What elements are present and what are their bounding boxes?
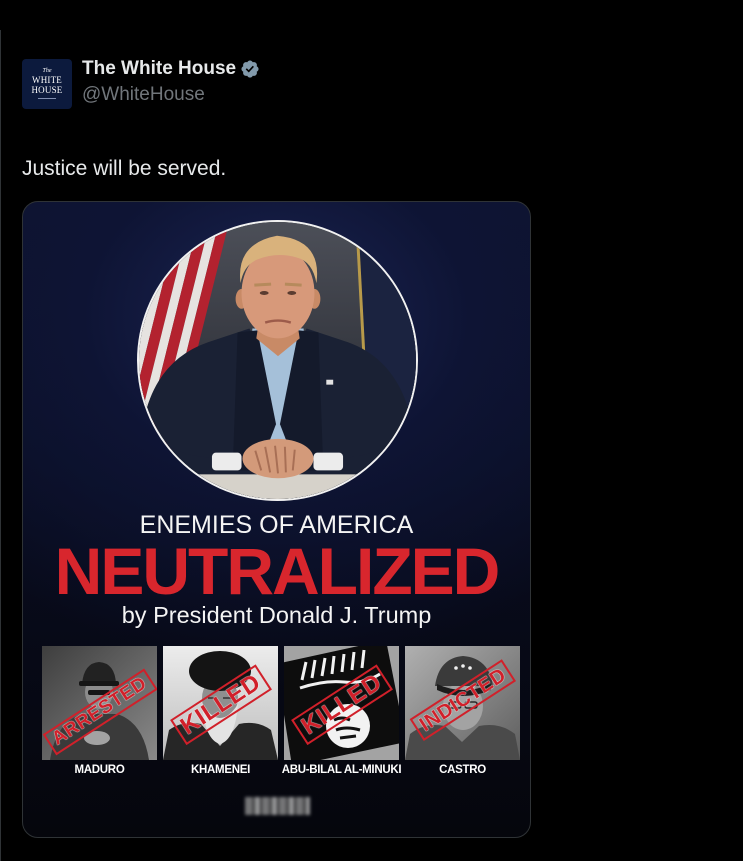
author-avatar[interactable]: The WHITE HOUSE	[22, 59, 72, 109]
enemy-card: KILLED KHAMENEI	[163, 646, 278, 782]
tweet-text: Justice will be served.	[22, 157, 227, 180]
portrait-photo	[137, 220, 418, 501]
author-name[interactable]: The White House	[82, 58, 236, 80]
enemy-photo: INDICTED	[405, 646, 520, 760]
author-name-row: The White House	[82, 58, 260, 80]
enemy-name-label: CASTRO	[439, 764, 486, 776]
tweet-media-image[interactable]: ENEMIES OF AMERICA NEUTRALIZED by Presid…	[22, 201, 531, 838]
enemy-photo: KILLED	[163, 646, 278, 760]
enemy-name-label: ABU-BILAL AL-MINUKI	[281, 764, 402, 776]
lapel-pin	[326, 379, 334, 385]
enemy-name-label: MADURO	[74, 764, 125, 776]
portrait-illustration	[139, 222, 416, 499]
enemies-row: ARRESTED MADURO KILLED KHAMENEI KILLED A…	[42, 646, 520, 786]
avatar-logo-rule	[38, 98, 56, 99]
enemy-photo: ARRESTED	[42, 646, 157, 760]
timeline-column-border	[0, 30, 1, 861]
enemy-card: ARRESTED MADURO	[42, 646, 157, 782]
enemy-name-label: KHAMENEI	[191, 764, 250, 776]
media-headline: NEUTRALIZED	[54, 534, 501, 608]
avatar-logo-line: HOUSE	[31, 85, 63, 95]
media-byline: by President Donald J. Trump	[121, 602, 432, 628]
author-handle[interactable]: @WhiteHouse	[82, 84, 205, 106]
avatar-logo-line: The	[42, 68, 52, 74]
enemy-card: INDICTED CASTRO	[405, 646, 520, 782]
clasped-hands	[242, 438, 314, 479]
enemy-photo: KILLED	[284, 646, 399, 760]
watermark	[245, 797, 310, 815]
avatar-logo-line: WHITE	[32, 75, 62, 85]
enemy-card: KILLED ABU-BILAL AL-MINUKI	[282, 646, 402, 782]
verified-badge-icon	[241, 60, 259, 78]
